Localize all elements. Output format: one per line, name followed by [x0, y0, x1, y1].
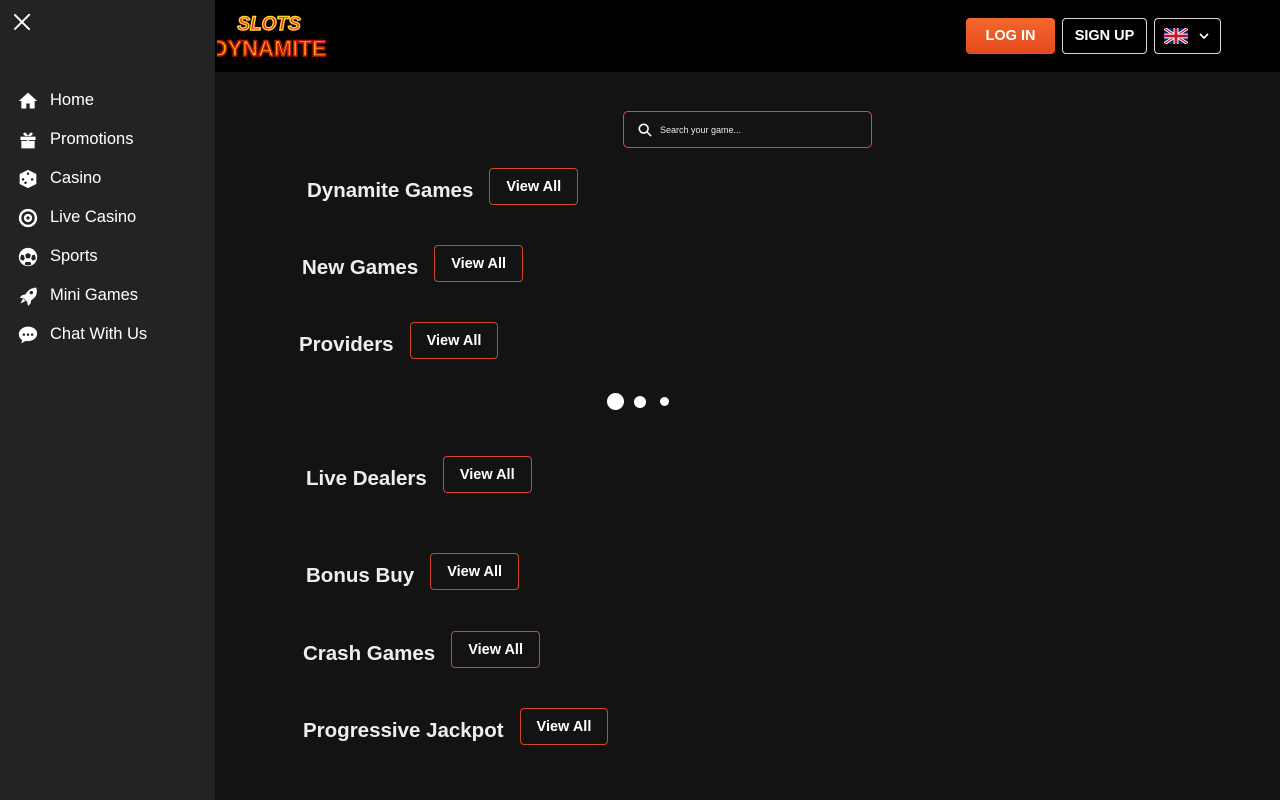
site-logo[interactable]: SLOTS DYNAMITE — [211, 10, 327, 62]
section-live-dealers: Live Dealers View All — [306, 456, 532, 493]
section-new-games: New Games View All — [302, 245, 524, 282]
search-input[interactable] — [660, 124, 850, 135]
sidebar-item-home[interactable]: Home — [0, 81, 215, 120]
sidebar-item-casino[interactable]: Casino — [0, 159, 215, 198]
sidebar-item-label: Promotions — [50, 130, 134, 148]
view-all-button[interactable]: View All — [430, 553, 520, 590]
sidebar: Home Promotions Casino Live Casino Sport… — [0, 0, 215, 800]
logo-text-dynamite: DYNAMITE — [217, 36, 326, 60]
sidebar-item-promotions[interactable]: Promotions — [0, 120, 215, 159]
roulette-icon — [18, 208, 38, 228]
view-all-button[interactable]: View All — [519, 708, 609, 745]
logo-text-slots: SLOTS — [237, 14, 301, 35]
view-all-button[interactable]: View All — [409, 322, 499, 359]
section-title: Crash Games — [303, 641, 436, 665]
language-selector[interactable] — [1154, 18, 1221, 54]
sidebar-item-label: Casino — [50, 169, 102, 187]
section-bonus-buy: Bonus Buy View All — [306, 553, 520, 590]
section-dynamite-games: Dynamite Games View All — [307, 168, 579, 205]
sidebar-item-label: Sports — [50, 247, 98, 265]
sidebar-item-live-casino[interactable]: Live Casino — [0, 198, 215, 237]
sidebar-item-label: Chat With Us — [50, 325, 148, 343]
loading-dot — [634, 395, 646, 408]
view-all-button[interactable]: View All — [434, 245, 524, 282]
view-all-button[interactable]: View All — [489, 168, 579, 205]
loading-dot — [660, 397, 669, 406]
section-title: New Games — [302, 255, 419, 279]
rocket-icon — [18, 286, 38, 306]
top-header: SLOTS DYNAMITE LOG IN SIGN UP — [211, 0, 1280, 72]
sidebar-item-sports[interactable]: Sports — [0, 237, 215, 276]
sidebar-item-label: Home — [50, 91, 95, 109]
chat-icon — [18, 325, 38, 345]
search-box[interactable] — [623, 111, 872, 148]
section-providers: Providers View All — [299, 322, 499, 359]
view-all-button[interactable]: View All — [442, 456, 532, 493]
soccer-ball-icon — [18, 247, 38, 267]
section-title: Live Dealers — [306, 466, 427, 490]
gift-icon — [18, 130, 38, 150]
sidebar-item-label: Live Casino — [50, 208, 137, 226]
sidebar-item-label: Mini Games — [50, 286, 139, 304]
section-title: Progressive Jackpot — [303, 718, 504, 742]
sidebar-item-chat[interactable]: Chat With Us — [0, 315, 215, 354]
section-progressive-jackpot: Progressive Jackpot View All — [303, 708, 609, 745]
section-title: Bonus Buy — [306, 563, 415, 587]
uk-flag-icon — [1164, 28, 1188, 44]
view-all-button[interactable]: View All — [451, 631, 540, 668]
sidebar-item-mini-games[interactable]: Mini Games — [0, 276, 215, 315]
close-menu-button[interactable] — [10, 10, 34, 34]
login-button[interactable]: LOG IN — [966, 18, 1055, 54]
loading-indicator — [607, 393, 669, 410]
signup-button[interactable]: SIGN UP — [1062, 18, 1147, 54]
chevron-down-icon — [1199, 33, 1209, 40]
search-icon — [638, 123, 652, 137]
loading-dot — [607, 393, 624, 410]
section-title: Dynamite Games — [307, 178, 474, 202]
section-crash-games: Crash Games View All — [303, 631, 540, 668]
home-icon — [18, 91, 38, 111]
dice-icon — [18, 169, 38, 189]
sidebar-nav: Home Promotions Casino Live Casino Sport… — [0, 81, 215, 354]
section-title: Providers — [299, 332, 394, 356]
